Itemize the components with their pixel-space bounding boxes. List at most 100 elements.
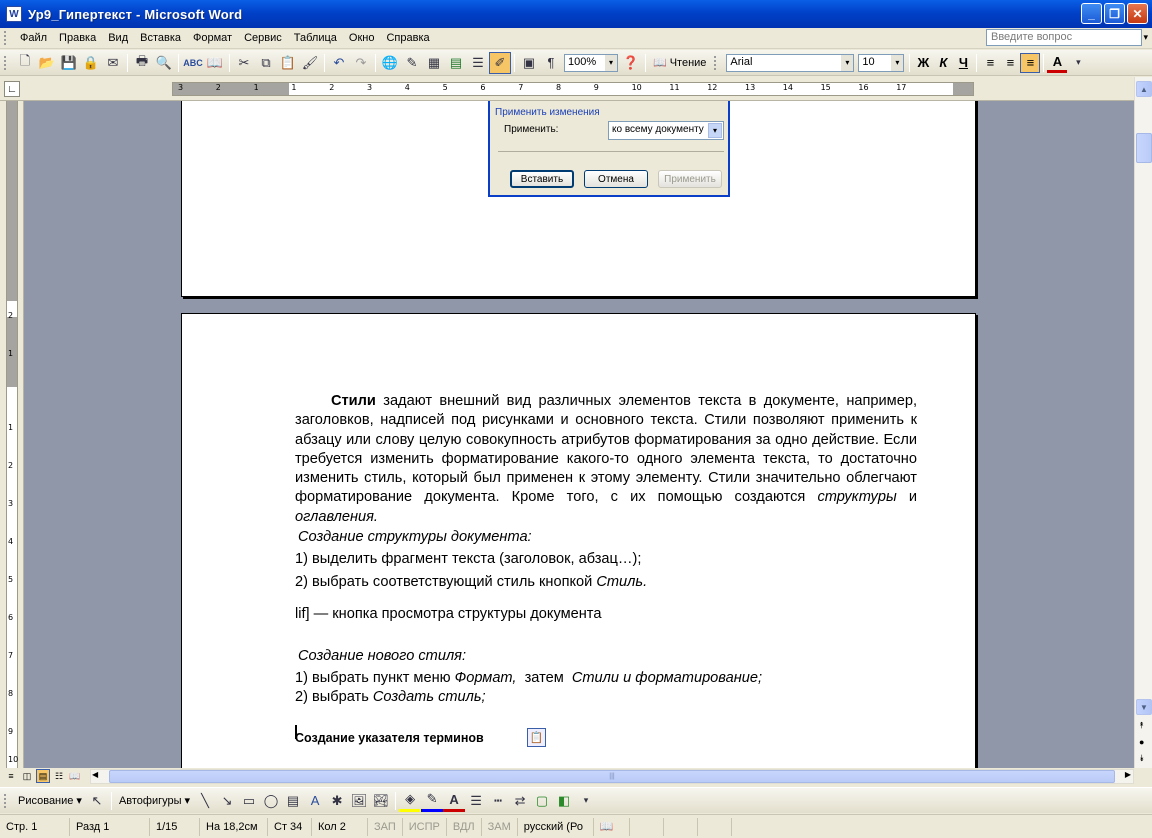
tab-selector-icon[interactable]: ∟ xyxy=(4,81,20,97)
menu-view[interactable]: Вид xyxy=(102,32,134,44)
minimize-button[interactable]: _ xyxy=(1081,3,1102,24)
next-object-icon[interactable]: ⯯ xyxy=(1139,753,1144,764)
vertical-ruler[interactable]: 2 1 1 2 3 4 5 6 7 8 9 10 xyxy=(0,101,24,768)
font-select[interactable]: Arial ▾ xyxy=(726,53,855,72)
document-body[interactable]: Стили задают внешний вид различных элеме… xyxy=(295,392,917,748)
rectangle-icon[interactable]: ▭ xyxy=(238,790,260,812)
close-button[interactable]: ✕ xyxy=(1127,3,1148,24)
show-formatting-icon[interactable]: ¶ xyxy=(540,52,562,74)
clipart-icon[interactable]: 🖼 xyxy=(348,790,370,812)
redo-icon[interactable]: ↷ xyxy=(350,52,372,74)
cut-icon[interactable]: ✂ xyxy=(233,52,255,74)
oval-icon[interactable]: ◯ xyxy=(260,790,282,812)
help-icon[interactable]: ❓ xyxy=(620,52,642,74)
text-color-icon[interactable]: A xyxy=(443,790,466,812)
textbox-icon[interactable]: ▤ xyxy=(282,790,304,812)
paste-icon[interactable]: 📋 xyxy=(277,52,299,74)
document-area[interactable]: Применить изменения Применить: ко всему … xyxy=(24,101,1134,768)
size-dropdown-icon[interactable]: ▾ xyxy=(891,54,904,71)
document-map-icon[interactable]: ▣ xyxy=(518,52,540,74)
print-icon[interactable]: 🖶 xyxy=(131,52,153,74)
dash-style-icon[interactable]: ┅ xyxy=(487,790,509,812)
hyperlink-icon[interactable]: 🌐 xyxy=(379,52,401,74)
copy-icon[interactable]: ⧉ xyxy=(255,52,277,74)
font-size-select[interactable]: 10 ▾ xyxy=(858,53,905,72)
columns-icon[interactable]: ☰ xyxy=(467,52,489,74)
vertical-scrollbar[interactable]: ▲ ▼ ⯭ ● ⯯ xyxy=(1134,77,1152,768)
menu-table[interactable]: Таблица xyxy=(288,32,343,44)
page-current[interactable]: Стили задают внешний вид различных элеме… xyxy=(181,313,976,768)
status-track[interactable]: ИСПР xyxy=(403,817,447,836)
undo-icon[interactable]: ↶ xyxy=(328,52,350,74)
align-center-icon[interactable]: ≡ xyxy=(1000,53,1020,73)
toolbar-options-icon[interactable]: ▾ xyxy=(1067,52,1089,74)
menu-window[interactable]: Окно xyxy=(343,32,381,44)
page-previous[interactable]: Применить изменения Применить: ко всему … xyxy=(181,101,976,297)
arrow-icon[interactable]: ↘ xyxy=(216,790,238,812)
paste-options-icon[interactable]: 📋 xyxy=(527,728,546,747)
picture-icon[interactable]: 🏞 xyxy=(370,790,392,812)
word-app-icon[interactable]: W xyxy=(6,6,22,22)
menu-help[interactable]: Справка xyxy=(380,32,435,44)
italic-icon[interactable]: К xyxy=(933,53,953,73)
3d-icon[interactable]: ◧ xyxy=(553,790,575,812)
status-rec[interactable]: ЗАП xyxy=(368,817,403,836)
font-color-icon[interactable]: A xyxy=(1047,53,1068,73)
justify-icon[interactable]: ≡ xyxy=(1020,52,1041,73)
insert-excel-icon[interactable]: ▤ xyxy=(445,52,467,74)
scroll-right-icon[interactable]: ▶ xyxy=(1125,770,1131,779)
format-painter-icon[interactable]: 🖌 xyxy=(299,52,321,74)
new-document-icon[interactable]: 🗋 xyxy=(14,52,36,74)
outline-view-icon[interactable]: ☷ xyxy=(52,769,66,783)
fill-color-icon[interactable]: ◈ xyxy=(399,790,422,812)
menu-tools[interactable]: Сервис xyxy=(238,32,288,44)
menu-format[interactable]: Формат xyxy=(187,32,238,44)
horizontal-ruler[interactable]: 3 2 1 1 2 3 4 5 6 7 8 9 10 11 12 13 14 15 16 17 xyxy=(172,82,974,96)
scroll-down-icon[interactable]: ▼ xyxy=(1136,699,1152,715)
tables-borders-icon[interactable]: ✎ xyxy=(401,52,423,74)
select-objects-icon[interactable]: ↖ xyxy=(86,790,108,812)
drawing-options-icon[interactable]: ▾ xyxy=(575,790,597,812)
status-overtype[interactable]: ЗАМ xyxy=(482,817,518,836)
status-language[interactable]: русский (Ро xyxy=(518,817,594,836)
email-icon[interactable]: ✉ xyxy=(102,52,124,74)
arrow-style-icon[interactable]: ⇄ xyxy=(509,790,531,812)
autoshapes-button[interactable]: Автофигуры ▾ xyxy=(115,794,194,808)
shadow-icon[interactable]: ▢ xyxy=(531,790,553,812)
scroll-left-icon[interactable]: ◀ xyxy=(92,770,98,779)
toolbar-grip[interactable] xyxy=(4,55,8,70)
draw-menu-button[interactable]: Рисование ▾ xyxy=(14,794,86,808)
status-extend[interactable]: ВДЛ xyxy=(447,817,482,836)
menu-file[interactable]: Файл xyxy=(14,32,53,44)
menu-grip[interactable] xyxy=(4,31,8,45)
drawing-toggle-icon[interactable]: ✐ xyxy=(489,51,511,74)
print-preview-icon[interactable]: 🔍 xyxy=(153,52,175,74)
vertical-scroll-thumb[interactable] xyxy=(1136,133,1152,163)
reading-mode-button[interactable]: 📖 Чтение xyxy=(649,56,710,70)
reading-view-icon[interactable]: 📖 xyxy=(68,769,82,783)
insert-table-icon[interactable]: ▦ xyxy=(423,52,445,74)
research-icon[interactable]: 📖 xyxy=(204,52,226,74)
open-folder-icon[interactable]: 📂 xyxy=(36,52,58,74)
print-layout-view-icon[interactable]: ▤ xyxy=(36,769,50,783)
line-icon[interactable]: ╲ xyxy=(194,790,216,812)
maximize-button[interactable]: ❐ xyxy=(1104,3,1125,24)
line-color-icon[interactable]: ✎ xyxy=(421,790,444,812)
font-dropdown-icon[interactable]: ▾ xyxy=(841,54,854,71)
wordart-icon[interactable]: A xyxy=(304,790,326,812)
align-left-icon[interactable]: ≡ xyxy=(980,53,1000,73)
permission-icon[interactable]: 🔒 xyxy=(80,52,102,74)
zoom-select[interactable]: 100% ▾ xyxy=(564,53,618,72)
menu-edit[interactable]: Правка xyxy=(53,32,102,44)
zoom-dropdown-icon[interactable]: ▾ xyxy=(605,54,617,71)
drawing-grip[interactable] xyxy=(4,793,8,808)
spelling-icon[interactable]: ABC xyxy=(182,52,204,74)
diagram-icon[interactable]: ✱ xyxy=(326,790,348,812)
web-view-icon[interactable]: ◫ xyxy=(20,769,34,783)
horizontal-scrollbar[interactable]: ◀ ||| ▶ xyxy=(90,769,1134,784)
underline-icon[interactable]: Ч xyxy=(953,53,973,73)
bold-icon[interactable]: Ж xyxy=(913,53,933,73)
ask-dropdown-icon[interactable]: ▾ xyxy=(1143,32,1148,43)
scroll-up-icon[interactable]: ▲ xyxy=(1136,81,1152,97)
toolbar-grip[interactable] xyxy=(714,55,718,70)
